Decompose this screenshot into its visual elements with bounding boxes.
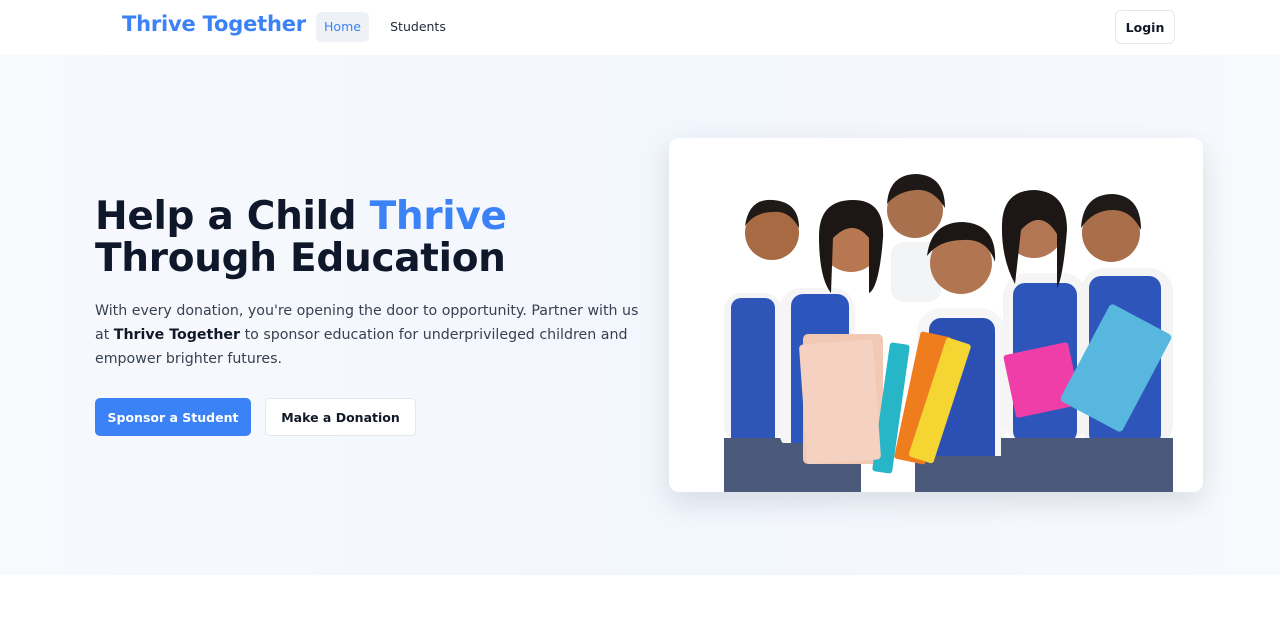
hero-description-brand: Thrive Together <box>113 327 241 343</box>
brand-logo[interactable]: Thrive Together <box>122 12 306 36</box>
navbar: Thrive Together Home Students Login <box>0 0 1280 55</box>
nav-students[interactable]: Students <box>384 12 452 42</box>
hero-title-accent: Thrive <box>369 194 507 239</box>
hero-title-line2: Through Education <box>95 236 506 281</box>
hero-image <box>669 138 1203 492</box>
hero-title-part1: Help a Child <box>95 194 370 239</box>
hero-title: Help a Child Thrive Through Education <box>95 196 507 280</box>
make-donation-button[interactable]: Make a Donation <box>265 398 416 436</box>
sponsor-student-button[interactable]: Sponsor a Student <box>95 398 251 436</box>
nav-home[interactable]: Home <box>316 12 369 42</box>
hero-description: With every donation, you're opening the … <box>95 299 640 371</box>
login-button[interactable]: Login <box>1115 10 1175 44</box>
schoolchildren-illustration <box>669 138 1203 492</box>
